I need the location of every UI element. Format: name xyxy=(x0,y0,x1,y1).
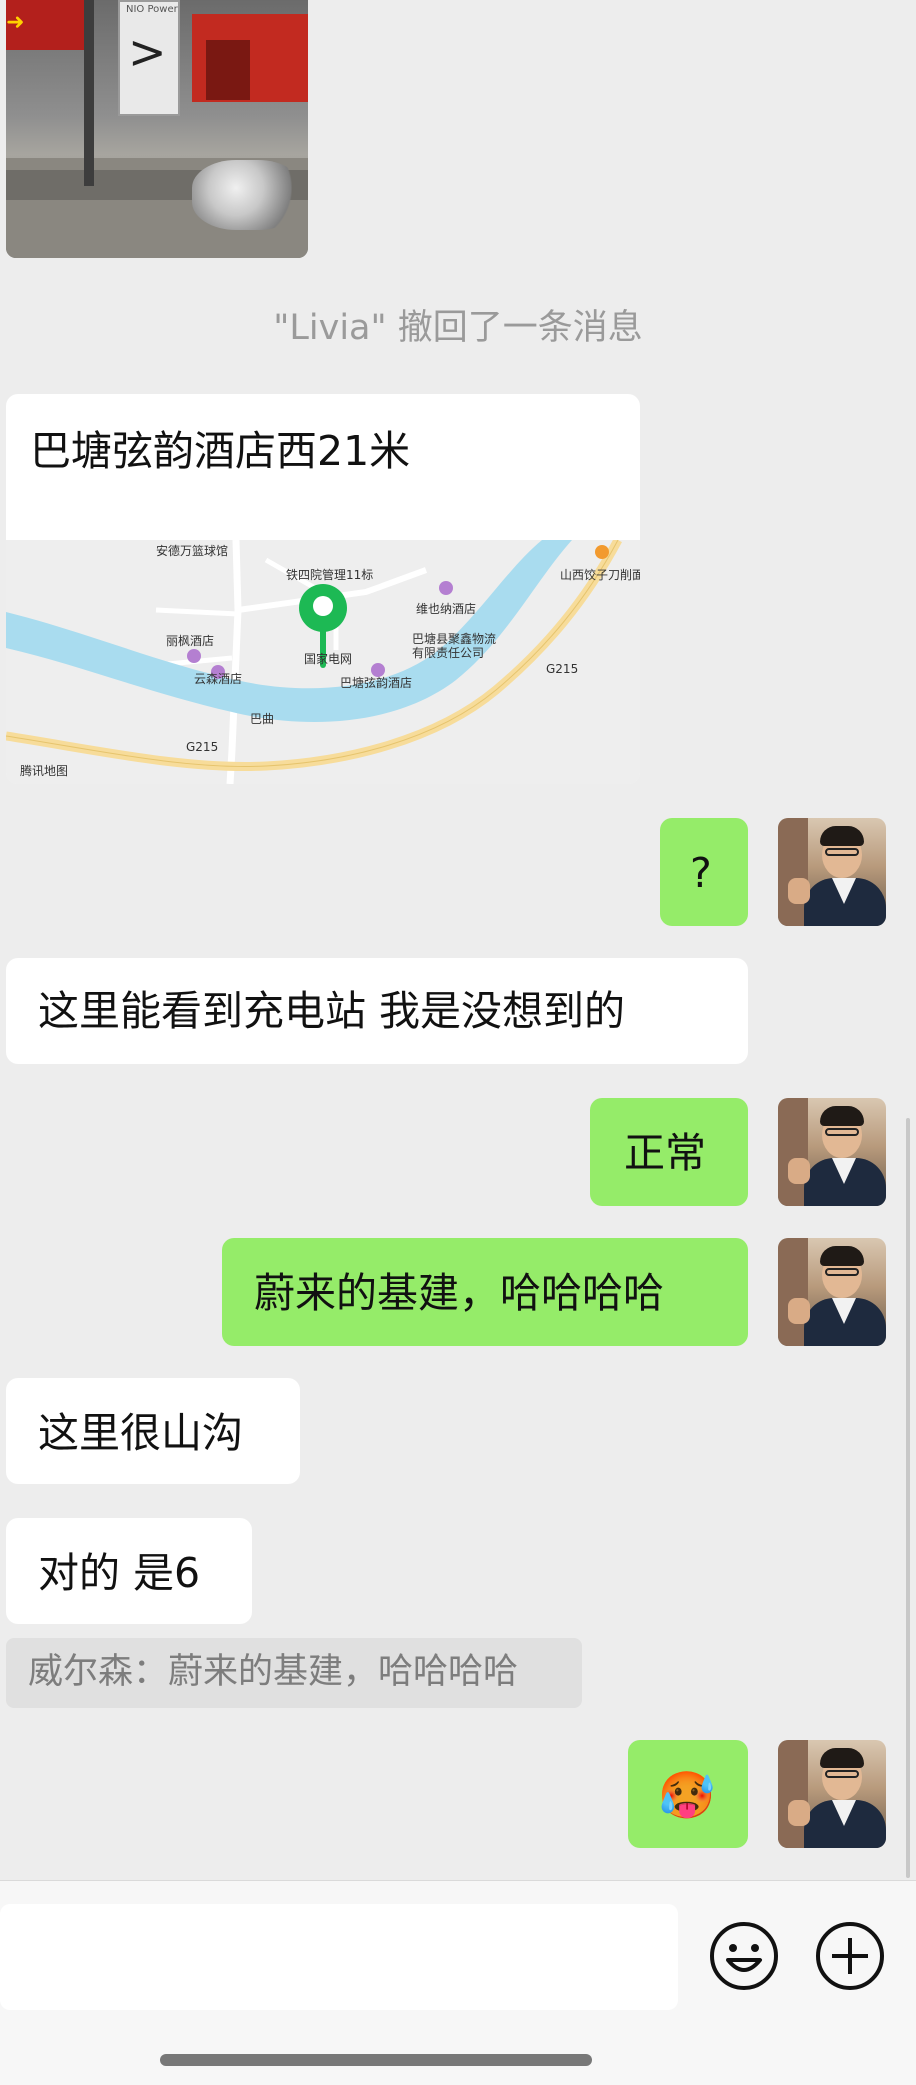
avatar[interactable] xyxy=(778,1740,886,1848)
map-label: 安德万篮球馆 xyxy=(156,544,229,558)
message-text: 正常 xyxy=(624,1129,706,1177)
photo-pole xyxy=(84,0,94,186)
recall-notice: "Livia" 撤回了一条消息 xyxy=(273,308,643,348)
smiley-face-icon[interactable] xyxy=(708,1920,780,1992)
map-label: 有限责任公司 xyxy=(412,646,485,660)
map-label: 山西饺子刀削面 xyxy=(560,568,640,582)
location-title: 巴塘弦韵酒店西21米 xyxy=(30,427,411,475)
photo-nio-text: NIO Power xyxy=(126,4,178,15)
home-indicator[interactable] xyxy=(160,2054,592,2066)
message-text: ? xyxy=(690,849,712,897)
map-label: 云森酒店 xyxy=(194,672,243,686)
hot-face-emoji-icon: 🥵 xyxy=(658,1768,716,1822)
avatar[interactable] xyxy=(778,1098,886,1206)
map-provider-label: 腾讯地图 xyxy=(20,764,69,778)
map-label: 国家电网 xyxy=(304,652,353,666)
map-label: 巴塘弦韵酒店 xyxy=(340,676,413,690)
avatar[interactable] xyxy=(778,1238,886,1346)
photo-nio-arrow-icon: > xyxy=(128,25,167,79)
map-label: 维也纳酒店 xyxy=(416,602,477,616)
map-label: 铁四院管理11标 xyxy=(286,568,374,582)
avatar[interactable] xyxy=(778,818,886,926)
location-map[interactable]: 安德万篮球馆 铁四院管理11标 山西饺子刀削面 维也纳酒店 丽枫酒店 国家电网 … xyxy=(6,540,640,784)
map-label: 巴塘县聚鑫物流 xyxy=(412,632,497,646)
plus-circle-icon[interactable] xyxy=(814,1920,886,1992)
message-input[interactable] xyxy=(0,1904,678,2010)
message-text: 这里能看到充电站 我是没想到的 xyxy=(38,987,626,1035)
photo-debris xyxy=(192,160,302,230)
map-label: 丽枫酒店 xyxy=(166,634,215,648)
photo-nio-sign: NIO Power > xyxy=(118,0,180,116)
message-text: 对的 是6 xyxy=(38,1549,201,1597)
photo-arrow-glyph: ➜ xyxy=(6,10,25,35)
message-text: 这里很山沟 xyxy=(38,1409,243,1457)
map-label: G215 xyxy=(546,662,579,676)
photo-banner-panel xyxy=(206,40,250,100)
photo-message[interactable]: ➜ NIO Power > xyxy=(6,0,308,258)
scrollbar[interactable] xyxy=(906,1118,910,1878)
quoted-reply-text: 威尔森：蔚来的基建，哈哈哈哈 xyxy=(28,1652,519,1692)
map-label: G215 xyxy=(186,740,219,754)
message-text: 蔚来的基建，哈哈哈哈 xyxy=(254,1269,664,1317)
map-label: 巴曲 xyxy=(250,712,275,726)
